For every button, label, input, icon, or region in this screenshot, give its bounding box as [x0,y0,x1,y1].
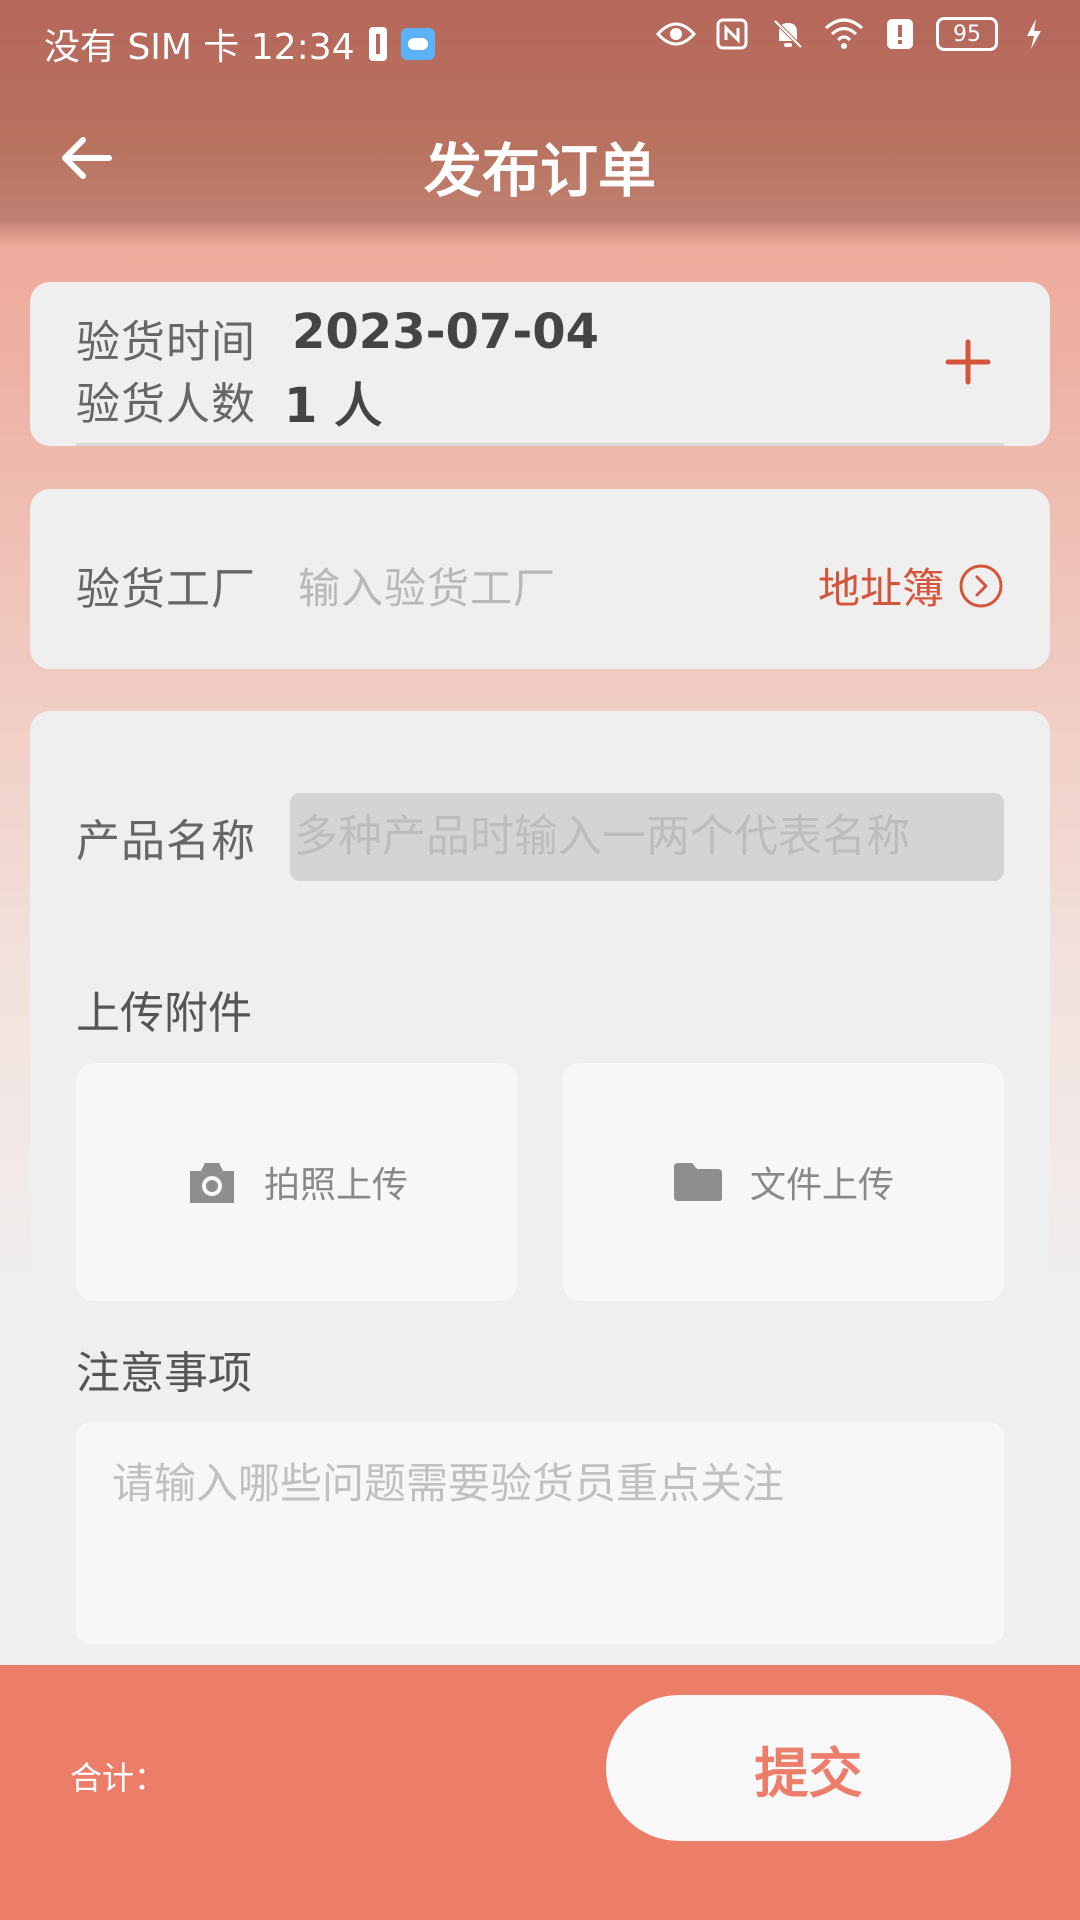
charging-icon [1014,16,1054,52]
photo-upload-label: 拍照上传 [263,1165,408,1206]
factory-input[interactable]: 输入验货工厂 [298,555,556,616]
status-bar: 没有 SIM 卡 12:34 95 [0,0,1080,80]
file-upload-button[interactable]: 文件上传 [562,1063,1004,1301]
folder-icon [673,1163,722,1201]
factory-card: 验货工厂 输入验货工厂 地址簿 [30,489,1050,669]
product-name-label: 产品名称 [76,816,256,867]
battery-icon: 95 [936,17,998,51]
status-right: 95 [656,16,1054,52]
photo-upload-button[interactable]: 拍照上传 [76,1063,518,1301]
bell-off-icon [768,16,808,52]
wifi-icon [824,16,864,52]
notes-title: 注意事项 [76,1348,252,1399]
eye-icon [656,16,696,52]
attachments-title: 上传附件 [76,988,252,1039]
inspection-time-value[interactable]: 2023-07-04 [292,304,599,360]
top-app-bar: 没有 SIM 卡 12:34 95 发布订单 [0,0,1080,245]
notes-textarea[interactable]: 请输入哪些问题需要验货员重点关注 [76,1422,1004,1644]
weather-cloud-icon [400,28,435,60]
inspection-info-card[interactable]: 验货时间 2023-07-04 验货人数 1 人 [30,282,1050,446]
chevron-right-circle-icon [959,564,1003,607]
factory-label: 验货工厂 [76,564,256,615]
battery-level: 95 [953,21,981,47]
address-book-link[interactable]: 地址簿 [818,555,1004,616]
bottom-bar: 合计： 提交 [0,1665,1080,1920]
inspector-count-label: 验货人数 [76,379,256,430]
battery-alert-icon [368,27,387,61]
file-upload-label: 文件上传 [749,1165,894,1206]
plus-icon[interactable] [944,338,992,386]
inspector-count-value[interactable]: 1 人 [284,366,382,436]
page-title: 发布订单 [423,137,656,205]
total-label: 合计： [70,1759,167,1797]
submit-button[interactable]: 提交 [606,1695,1011,1841]
status-left: 没有 SIM 卡 12:34 [44,18,435,70]
alert-icon [880,16,920,52]
inspection-time-label: 验货时间 [76,317,256,368]
nfc-icon [712,16,752,52]
product-details-card: 产品名称 多种产品时输入一两个代表名称 上传附件 拍照上传 文件上传 注意事项 … [30,711,1050,1711]
address-book-label: 地址簿 [817,564,944,613]
camera-icon [189,1163,234,1203]
product-name-input[interactable]: 多种产品时输入一两个代表名称 [290,793,1004,881]
carrier-time: 没有 SIM 卡 12:34 [44,27,355,68]
divider [76,443,1004,446]
